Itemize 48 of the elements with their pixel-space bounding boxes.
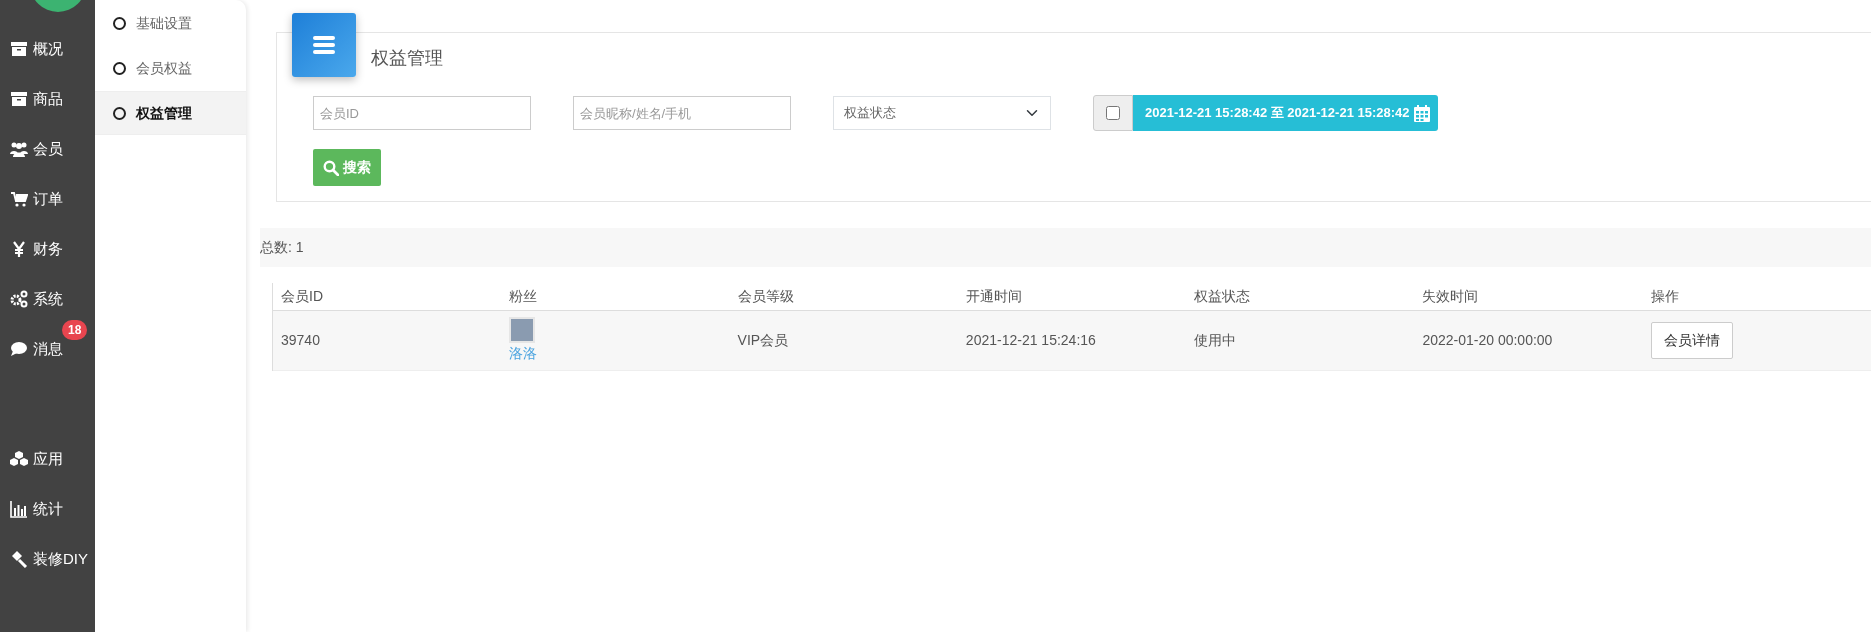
status-dropdown[interactable]: 权益状态 [833,96,1051,130]
member-id-field[interactable]: 会员ID [313,96,531,130]
submenu-item[interactable]: 会员权益 [95,46,246,90]
unread-count-badge: 18 [62,320,88,340]
table-cell: 2021-12-21 15:24:16 [957,310,1187,370]
circle-icon [113,16,126,30]
sidebar-item[interactable]: 商品 [0,74,95,124]
circle-icon [113,61,126,75]
sidebar-item[interactable]: 统计 [0,484,95,534]
date-toggle-checkbox[interactable] [1106,106,1120,120]
column-header: 操作 [1642,283,1871,310]
sidebar-item[interactable]: 会员 [0,124,95,174]
menu-icon [292,13,356,77]
sidebar-item[interactable]: 订单 [0,174,95,224]
table-cell: 使用中 [1186,310,1415,370]
yen-icon [10,240,28,258]
chat-icon [10,340,28,358]
circle-icon [113,106,126,120]
calendar-icon [1413,104,1430,122]
sidebar-item[interactable]: 装修DIY [0,534,95,584]
member-detail-button[interactable]: 会员详情 [1650,321,1733,359]
column-header: 会员等级 [729,283,958,310]
table-cell: 39740 [273,310,502,370]
column-header: 失效时间 [1414,283,1643,310]
submenu-item[interactable]: 基础设置 [95,1,246,45]
submenu-item[interactable]: 权益管理 [95,91,246,135]
page-title: 权益管理 [370,47,444,70]
search-icon [323,159,339,176]
table-cell: 2022-01-20 00:00:00 [1414,310,1643,370]
column-header: 开通时间 [957,283,1187,310]
column-header: 权益状态 [1186,283,1415,310]
bar-chart-icon [10,500,28,518]
member-name-field[interactable]: 会员昵称/姓名/手机 [573,96,791,130]
box-icon [10,90,28,108]
table-cell: VIP会员 [729,310,958,370]
column-header: 粉丝 [501,283,730,310]
hammer-icon [10,550,28,568]
cubes-icon [10,450,28,468]
gears-icon [10,290,28,308]
cart-icon [10,190,28,208]
avatar-photo [509,316,536,343]
column-header: 会员ID [273,283,502,310]
sidebar-item[interactable]: 应用 [0,434,95,484]
box-icon [10,40,28,58]
users-icon [10,140,28,158]
sidebar-item[interactable]: 概况 [0,24,95,74]
total-count: 总数: 1 [260,238,304,257]
sidebar-item[interactable]: 财务 [0,224,95,274]
